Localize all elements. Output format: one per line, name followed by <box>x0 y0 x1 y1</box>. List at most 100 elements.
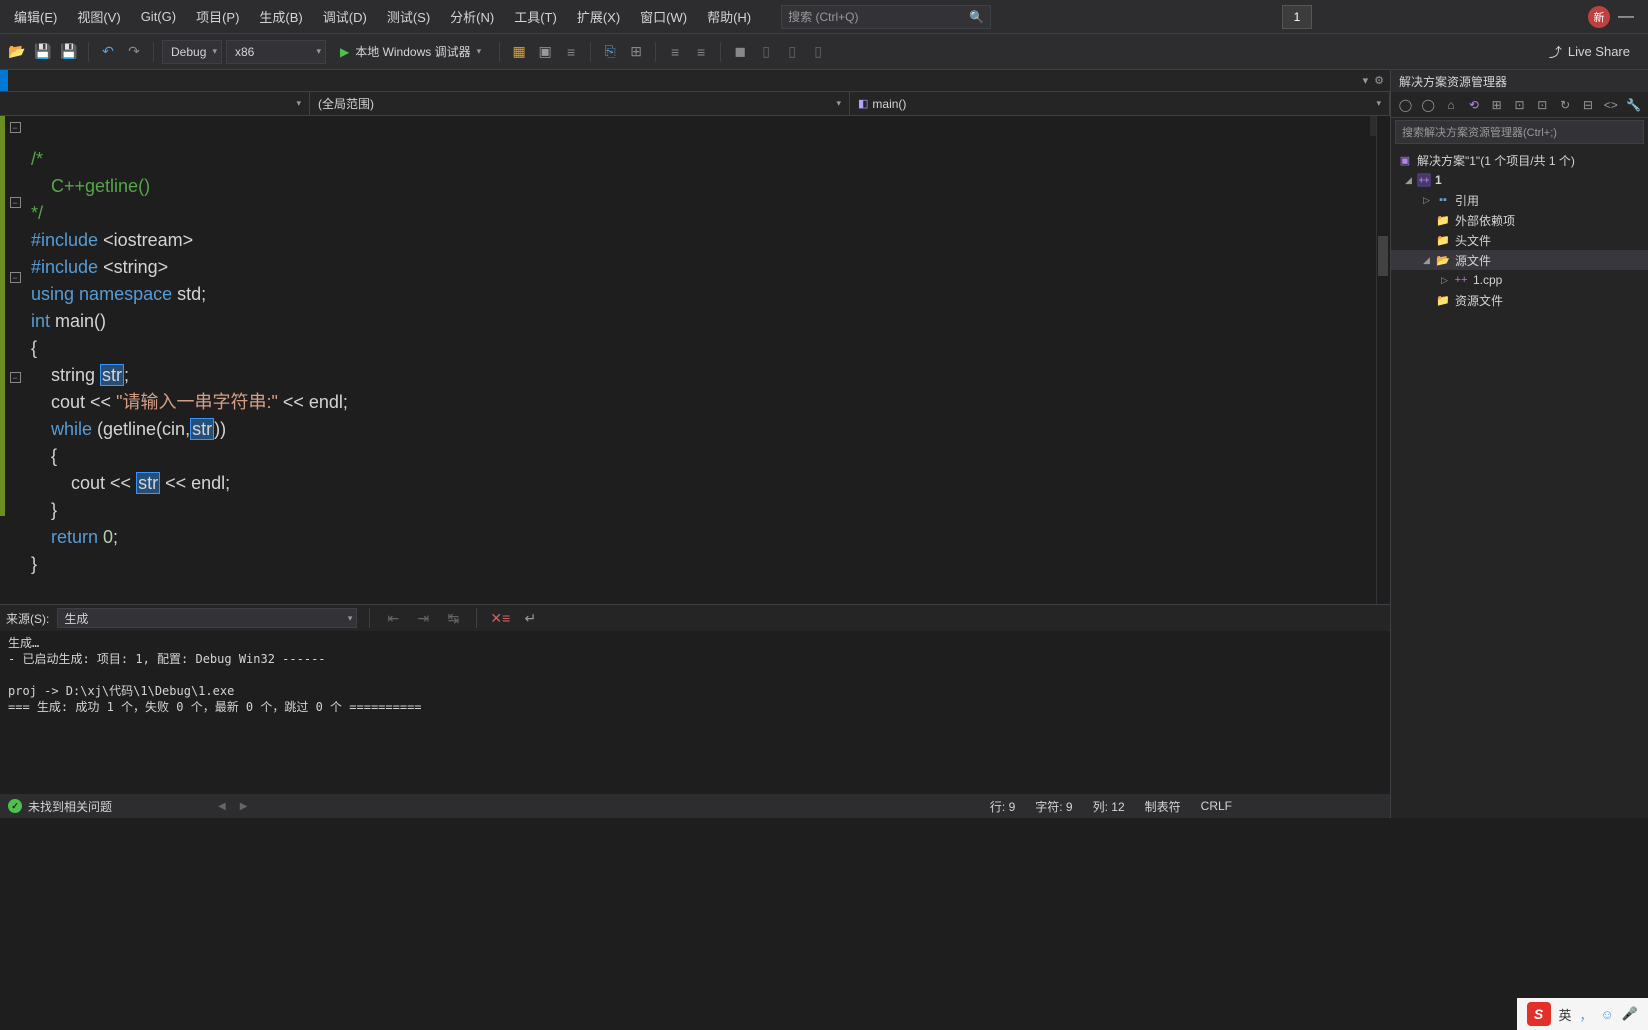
project-indicator[interactable]: 1 <box>1282 5 1312 29</box>
menu-test[interactable]: 测试(S) <box>377 1 440 32</box>
ime-punct[interactable]: ， <box>1580 1005 1593 1024</box>
tabstrip-dropdown-icon[interactable]: ▾ <box>1363 74 1369 87</box>
output-tool-3[interactable]: ↹ <box>442 607 464 629</box>
output-tool-2[interactable]: ⇥ <box>412 607 434 629</box>
status-issues: 未找到相关问题 <box>28 798 112 815</box>
tool-icon-5[interactable]: ⊞ <box>625 41 647 63</box>
ime-mic-icon[interactable]: 🎤 <box>1622 1006 1638 1022</box>
toolbar-separator <box>590 42 591 62</box>
sync-icon[interactable]: ⟲ <box>1465 96 1482 114</box>
output-text[interactable]: 生成… - 已启动生成: 项目: 1, 配置: Debug Win32 ----… <box>0 631 1390 794</box>
tree-resources[interactable]: 📁 资源文件 <box>1391 290 1648 310</box>
vertical-scrollbar[interactable] <box>1376 116 1390 604</box>
status-tabs[interactable]: 制表符 <box>1145 798 1181 815</box>
status-line[interactable]: 行: 9 <box>990 798 1015 815</box>
tool-icon[interactable]: ⊞ <box>1488 96 1505 114</box>
tree-cpp-file[interactable]: ▷ ++ 1.cpp <box>1391 270 1648 290</box>
tree-references[interactable]: ▷ ▪▪ 引用 <box>1391 190 1648 210</box>
fold-toggle[interactable]: − <box>10 197 21 208</box>
start-debug-button[interactable]: ▶ 本地 Windows 调试器 ▾ <box>330 40 491 64</box>
save-all-icon[interactable]: 💾 <box>58 41 80 63</box>
tree-external-deps[interactable]: 📁 外部依赖项 <box>1391 210 1648 230</box>
platform-dropdown[interactable]: x86 <box>226 40 326 64</box>
scroll-left-icon[interactable]: ◀ <box>218 801 226 812</box>
nav-scope-dropdown[interactable]: (全局范围) ▾ <box>310 92 850 115</box>
tool-icon-8[interactable]: ▯ <box>807 41 829 63</box>
tabstrip-settings-icon[interactable]: ⚙ <box>1374 74 1384 87</box>
redo-icon[interactable]: ↷ <box>123 41 145 63</box>
tool-icon-3[interactable]: ≡ <box>560 41 582 63</box>
scroll-thumb[interactable] <box>1378 236 1388 276</box>
wrench-icon[interactable]: 🔧 <box>1625 96 1642 114</box>
forward-icon[interactable]: ◯ <box>1420 96 1437 114</box>
nav-function-dropdown[interactable]: ◧ main() ▾ <box>850 92 1390 115</box>
global-search-input[interactable]: 搜索 (Ctrl+Q) 🔍 <box>781 5 991 29</box>
debugger-label: 本地 Windows 调试器 <box>355 43 470 60</box>
menu-help[interactable]: 帮助(H) <box>697 1 761 32</box>
expand-icon[interactable]: ▷ <box>1441 275 1453 286</box>
expand-icon[interactable]: ◢ <box>1405 175 1417 186</box>
output-wrap-icon[interactable]: ↵ <box>519 607 541 629</box>
tree-project[interactable]: ◢ ++ 1 <box>1391 170 1648 190</box>
tool-icon-7[interactable]: ▯ <box>781 41 803 63</box>
status-char[interactable]: 字符: 9 <box>1035 798 1072 815</box>
menu-extensions[interactable]: 扩展(X) <box>567 1 630 32</box>
tool-icon-6[interactable]: ▯ <box>755 41 777 63</box>
menu-project[interactable]: 项目(P) <box>186 1 249 32</box>
fold-toggle[interactable]: − <box>10 372 21 383</box>
code-editor[interactable]: ⬍ − − − − /* C++getline() */ #include <i… <box>0 116 1390 604</box>
solution-explorer-title: 解决方案资源管理器 <box>1391 70 1648 92</box>
status-col[interactable]: 列: 12 <box>1093 798 1125 815</box>
fold-column: − − − − <box>5 116 25 604</box>
nav-project-dropdown[interactable]: ▾ <box>0 92 310 115</box>
collapse-icon[interactable]: ⊟ <box>1580 96 1597 114</box>
fold-toggle[interactable]: − <box>10 122 21 133</box>
solution-search-input[interactable]: 搜索解决方案资源管理器(Ctrl+;) <box>1395 120 1644 144</box>
ime-lang[interactable]: 英 <box>1559 1005 1572 1024</box>
tree-solution[interactable]: ▣ 解决方案"1"(1 个项目/共 1 个) <box>1391 150 1648 170</box>
scroll-right-icon[interactable]: ▶ <box>240 801 248 812</box>
output-tool-1[interactable]: ⇤ <box>382 607 404 629</box>
editor-tabstrip: ▾ ⚙ <box>0 70 1390 92</box>
expand-icon[interactable]: ◢ <box>1423 255 1435 266</box>
open-icon[interactable]: 📂 <box>6 41 28 63</box>
tree-sources[interactable]: ◢ 📂 源文件 <box>1391 250 1648 270</box>
tool-icon-1[interactable]: ▦ <box>508 41 530 63</box>
output-panel: 来源(S): 生成 ⇤ ⇥ ↹ ✕≡ ↵ 生成… - 已启动生成: 项目: 1,… <box>0 604 1390 794</box>
nav-scope-label: (全局范围) <box>318 95 374 112</box>
indent-left-icon[interactable]: ≡ <box>664 41 686 63</box>
config-dropdown[interactable]: Debug <box>162 40 222 64</box>
menu-tools[interactable]: 工具(T) <box>504 1 567 32</box>
refresh-icon[interactable]: ↻ <box>1557 96 1574 114</box>
menu-build[interactable]: 生成(B) <box>249 1 312 32</box>
tool-icon-2[interactable]: ▣ <box>534 41 556 63</box>
solution-explorer: 解决方案资源管理器 ◯ ◯ ⌂ ⟲ ⊞ ⊡ ⊡ ↻ ⊟ <> 🔧 搜索解决方案资… <box>1390 70 1648 818</box>
back-icon[interactable]: ◯ <box>1397 96 1414 114</box>
menu-view[interactable]: 视图(V) <box>67 1 130 32</box>
ime-sogou-icon[interactable]: S <box>1527 1002 1551 1026</box>
menu-analyze[interactable]: 分析(N) <box>440 1 504 32</box>
tree-headers[interactable]: 📁 头文件 <box>1391 230 1648 250</box>
indent-right-icon[interactable]: ≡ <box>690 41 712 63</box>
news-badge[interactable]: 新 <box>1588 6 1610 28</box>
tool-icon[interactable]: ⊡ <box>1511 96 1528 114</box>
expand-icon[interactable]: ▷ <box>1423 195 1435 206</box>
ime-emoji-icon[interactable]: ☺ <box>1601 1007 1614 1022</box>
tool-icon[interactable]: ⊡ <box>1534 96 1551 114</box>
save-icon[interactable]: 💾 <box>32 41 54 63</box>
menu-window[interactable]: 窗口(W) <box>630 1 697 32</box>
tool-icon[interactable]: <> <box>1602 96 1619 114</box>
fold-toggle[interactable]: − <box>10 272 21 283</box>
menu-edit[interactable]: 编辑(E) <box>4 1 67 32</box>
output-source-dropdown[interactable]: 生成 <box>57 608 357 628</box>
home-icon[interactable]: ⌂ <box>1443 96 1460 114</box>
menu-debug[interactable]: 调试(D) <box>313 1 377 32</box>
undo-icon[interactable]: ↶ <box>97 41 119 63</box>
live-share-button[interactable]: ⤴ Live Share <box>1537 42 1642 61</box>
output-clear-icon[interactable]: ✕≡ <box>489 607 511 629</box>
bookmark-icon[interactable]: ◼ <box>729 41 751 63</box>
menu-git[interactable]: Git(G) <box>131 3 186 30</box>
status-crlf[interactable]: CRLF <box>1201 799 1232 813</box>
code-content[interactable]: /* C++getline() */ #include <iostream> #… <box>25 116 1376 604</box>
tool-icon-4[interactable]: ⎘ <box>599 41 621 63</box>
